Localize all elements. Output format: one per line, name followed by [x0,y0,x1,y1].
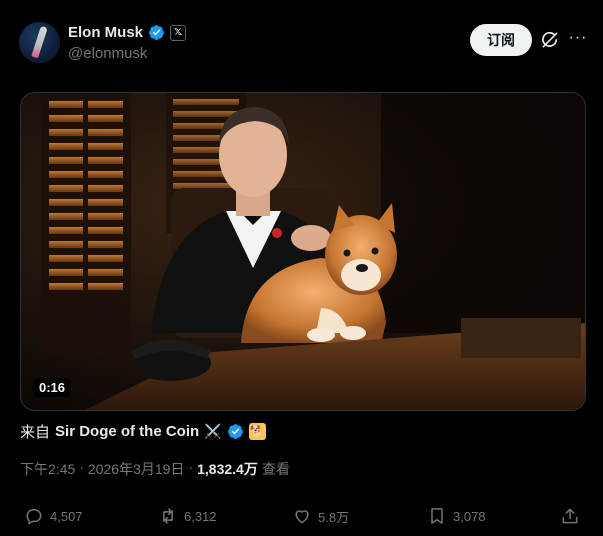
view-count-label: 查看 [261,461,290,477]
meta-separator: · [188,459,194,475]
view-count: 1,832.4万 [197,461,258,477]
subscribe-button[interactable]: 订阅 [470,24,532,56]
repost-icon [163,508,173,524]
heart-icon [295,510,309,524]
bookmark-count: 3,078 [453,508,486,524]
author-name[interactable]: Elon Musk [68,24,143,41]
attribution-label: 来自 [20,424,51,441]
post-date[interactable]: 2026年3月19日 [88,459,185,479]
x-affiliation-badge: 𝕏 [170,24,187,41]
bookmark-button[interactable]: 3,078 [427,506,486,526]
like-button[interactable]: 5.8万 [292,506,349,526]
video-player[interactable]: 0:16 [20,92,586,411]
reply-count: 4,507 [50,508,83,524]
more-icon[interactable]: ··· [568,28,588,48]
affiliate-badge-icon: 🐕 [248,423,266,440]
video-frame [21,93,585,410]
reply-icon [26,508,42,525]
post-header: Elon Musk 𝕏 @elonmusk 订阅 ··· [19,22,589,68]
post-meta: 下午2:45 · 2026年3月19日 · 1,832.4万 查看 [20,459,290,479]
video-duration: 0:16 [33,378,72,397]
verified-badge-icon [149,25,164,40]
source-account-link[interactable]: Sir Doge of the Coin [55,423,199,440]
share-button[interactable] [560,506,580,526]
meta-separator: · [79,459,84,475]
post-time[interactable]: 下午2:45 [20,459,75,479]
repost-button[interactable]: 6,312 [158,506,217,526]
reply-button[interactable]: 4,507 [24,506,83,526]
share-icon [562,508,578,524]
like-count: 5.8万 [318,509,350,525]
grok-icon[interactable] [540,30,560,50]
rocket-graphic [31,25,48,59]
author-name-row: Elon Musk 𝕏 [68,24,187,41]
bookmark-icon [431,508,443,524]
avatar[interactable] [19,22,60,63]
verified-badge-icon [227,424,243,439]
attribution: 来自 Sir Doge of the Coin ⚔️ 🐕 [20,421,266,442]
repost-count: 6,312 [184,508,217,524]
author-handle[interactable]: @elonmusk [68,45,147,62]
crossed-swords-emoji: ⚔️ [204,423,222,439]
action-bar: 4,507 6,312 5.8万 3,078 [20,506,586,532]
